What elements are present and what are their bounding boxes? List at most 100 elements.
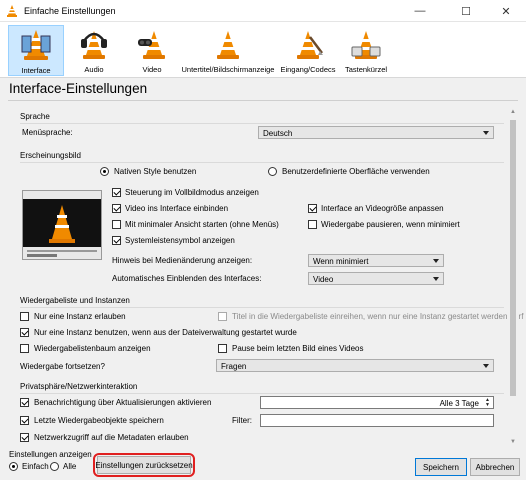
chevron-down-icon xyxy=(483,131,489,135)
update-notify-checkbox[interactable] xyxy=(20,398,29,407)
category-toolbar: Interface Audio Video Untertitel/Bildsch… xyxy=(0,22,526,78)
fullscreen-controls-checkbox[interactable] xyxy=(112,188,121,197)
file-manager-instance-label: Nur eine Instanz benutzen, wenn aus der … xyxy=(34,328,297,337)
category-subtitles[interactable]: Untertitel/Bildschirmanzeige xyxy=(180,25,276,76)
maximize-button[interactable]: ☐ xyxy=(446,0,486,22)
recent-media-label: Letzte Wiedergabeobjekte speichern xyxy=(34,416,164,425)
category-audio[interactable]: Audio xyxy=(72,25,116,76)
resume-playback-label: Wiedergabe fortsetzen? xyxy=(20,362,105,371)
simple-mode-label: Einfach xyxy=(22,462,49,471)
group-privacy-label: Privatsphäre/Netzwerkinteraktion xyxy=(20,382,138,391)
interface-preview-image xyxy=(22,190,102,260)
category-label: Tastenkürzel xyxy=(344,65,388,74)
chevron-down-icon xyxy=(433,259,439,263)
minimal-view-checkbox[interactable] xyxy=(112,220,121,229)
divider xyxy=(20,393,504,394)
video-icon xyxy=(136,25,168,63)
divider xyxy=(20,123,504,124)
save-button[interactable]: Speichern xyxy=(415,458,467,476)
category-video[interactable]: Video xyxy=(130,25,174,76)
spin-down-icon[interactable]: ▼ xyxy=(483,402,492,408)
pause-last-frame-checkbox[interactable] xyxy=(218,344,227,353)
resize-interface-checkbox[interactable] xyxy=(308,204,317,213)
update-notify-label: Benachrichtigung über Aktualisierungen a… xyxy=(34,398,212,407)
native-style-radio[interactable] xyxy=(100,167,109,176)
category-label: Audio xyxy=(84,65,104,74)
enqueue-checkbox[interactable] xyxy=(218,312,227,321)
page-title: Interface-Einstellungen xyxy=(9,81,148,96)
vlc-cone-icon xyxy=(6,5,18,17)
auto-raise-value: Video xyxy=(313,275,334,284)
custom-skin-label: Benutzerdefinierte Oberfläche verwenden xyxy=(282,167,430,176)
media-change-hint-value: Wenn minimiert xyxy=(313,257,369,266)
all-mode-label: Alle xyxy=(63,462,77,471)
all-mode-radio[interactable] xyxy=(50,462,59,471)
settings-scroll-area: Sprache Menüsprache: Deutsch Erscheinung… xyxy=(8,106,523,448)
native-style-label: Nativen Style benutzen xyxy=(114,167,197,176)
group-playlist-label: Wiedergabeliste und Instanzen xyxy=(20,296,130,305)
scroll-down-icon[interactable]: ▼ xyxy=(507,436,519,448)
window-title: Einfache Einstellungen xyxy=(24,6,116,16)
show-settings-label: Einstellungen anzeigen xyxy=(9,450,92,459)
embed-video-checkbox[interactable] xyxy=(112,204,121,213)
custom-skin-radio[interactable] xyxy=(268,167,277,176)
metadata-network-label: Netzwerkzugriff auf die Metadaten erlaub… xyxy=(34,433,189,442)
fullscreen-controls-label: Steuerung im Vollbildmodus anzeigen xyxy=(125,188,259,197)
systray-checkbox[interactable] xyxy=(112,236,121,245)
audio-icon xyxy=(78,25,110,63)
codecs-icon xyxy=(292,25,324,63)
enqueue-label: Titel in die Wiedergabeliste einreihen, … xyxy=(232,312,524,321)
minimal-view-label: Mit minimaler Ansicht starten (ohne Menü… xyxy=(125,220,279,229)
one-instance-checkbox[interactable] xyxy=(20,312,29,321)
embed-video-label: Video ins Interface einbinden xyxy=(125,204,229,213)
category-label: Video xyxy=(142,65,162,74)
recent-media-checkbox[interactable] xyxy=(20,416,29,425)
pause-minimized-label: Wiedergabe pausieren, wenn minimiert xyxy=(321,220,460,229)
pause-minimized-checkbox[interactable] xyxy=(308,220,317,229)
category-hotkeys[interactable]: Tastenkürzel xyxy=(340,25,392,76)
scroll-thumb[interactable] xyxy=(510,120,516,396)
subtitle-icon xyxy=(212,25,244,63)
one-instance-label: Nur eine Instanz erlauben xyxy=(34,312,126,321)
hotkeys-icon xyxy=(350,25,382,63)
media-change-hint-label: Hinweis bei Medienänderung anzeigen: xyxy=(112,256,253,265)
simple-mode-radio[interactable] xyxy=(9,462,18,471)
scroll-up-icon[interactable]: ▲ xyxy=(507,106,519,118)
update-interval-spinbox[interactable]: Alle 3 Tage ▲ ▼ xyxy=(260,396,494,409)
group-erscheinungsbild-label: Erscheinungsbild xyxy=(20,151,81,160)
minimize-button[interactable]: — xyxy=(400,0,440,22)
category-label: Interface xyxy=(21,66,51,75)
pause-last-frame-label: Pause beim letzten Bild eines Videos xyxy=(232,344,364,353)
filter-label: Filter: xyxy=(232,416,252,425)
auto-raise-label: Automatisches Einblenden des Interfaces: xyxy=(112,274,262,283)
group-sprache-label: Sprache xyxy=(20,112,50,121)
menu-language-label: Menüsprache: xyxy=(22,128,73,137)
resume-playback-dropdown[interactable]: Fragen xyxy=(216,359,494,372)
menu-language-dropdown[interactable]: Deutsch xyxy=(258,126,494,139)
menu-language-value: Deutsch xyxy=(263,129,293,138)
category-label: Untertitel/Bildschirmanzeige xyxy=(181,65,275,74)
chevron-down-icon xyxy=(433,277,439,281)
category-label: Eingang/Codecs xyxy=(280,65,336,74)
media-change-hint-dropdown[interactable]: Wenn minimiert xyxy=(308,254,444,267)
close-button[interactable]: ✕ xyxy=(486,0,526,22)
category-codecs[interactable]: Eingang/Codecs xyxy=(280,25,336,76)
playlist-tree-checkbox[interactable] xyxy=(20,344,29,353)
interface-icon xyxy=(20,26,52,64)
resume-playback-value: Fragen xyxy=(221,362,247,371)
filter-input[interactable] xyxy=(260,414,494,427)
systray-label: Systemleistensymbol anzeigen xyxy=(125,236,235,245)
cancel-button[interactable]: Abbrechen xyxy=(470,458,520,476)
vertical-scrollbar[interactable]: ▲ ▼ xyxy=(507,106,519,448)
divider xyxy=(20,307,504,308)
resize-interface-label: Interface an Videogröße anpassen xyxy=(321,204,444,213)
update-interval-value: Alle 3 Tage xyxy=(439,399,479,408)
playlist-tree-label: Wiedergabelistenbaum anzeigen xyxy=(34,344,151,353)
divider xyxy=(20,162,504,163)
auto-raise-dropdown[interactable]: Video xyxy=(308,272,444,285)
chevron-down-icon xyxy=(483,364,489,368)
title-bar: Einfache Einstellungen — ☐ ✕ xyxy=(0,0,526,22)
metadata-network-checkbox[interactable] xyxy=(20,433,29,442)
category-interface[interactable]: Interface xyxy=(8,25,64,76)
file-manager-instance-checkbox[interactable] xyxy=(20,328,29,337)
